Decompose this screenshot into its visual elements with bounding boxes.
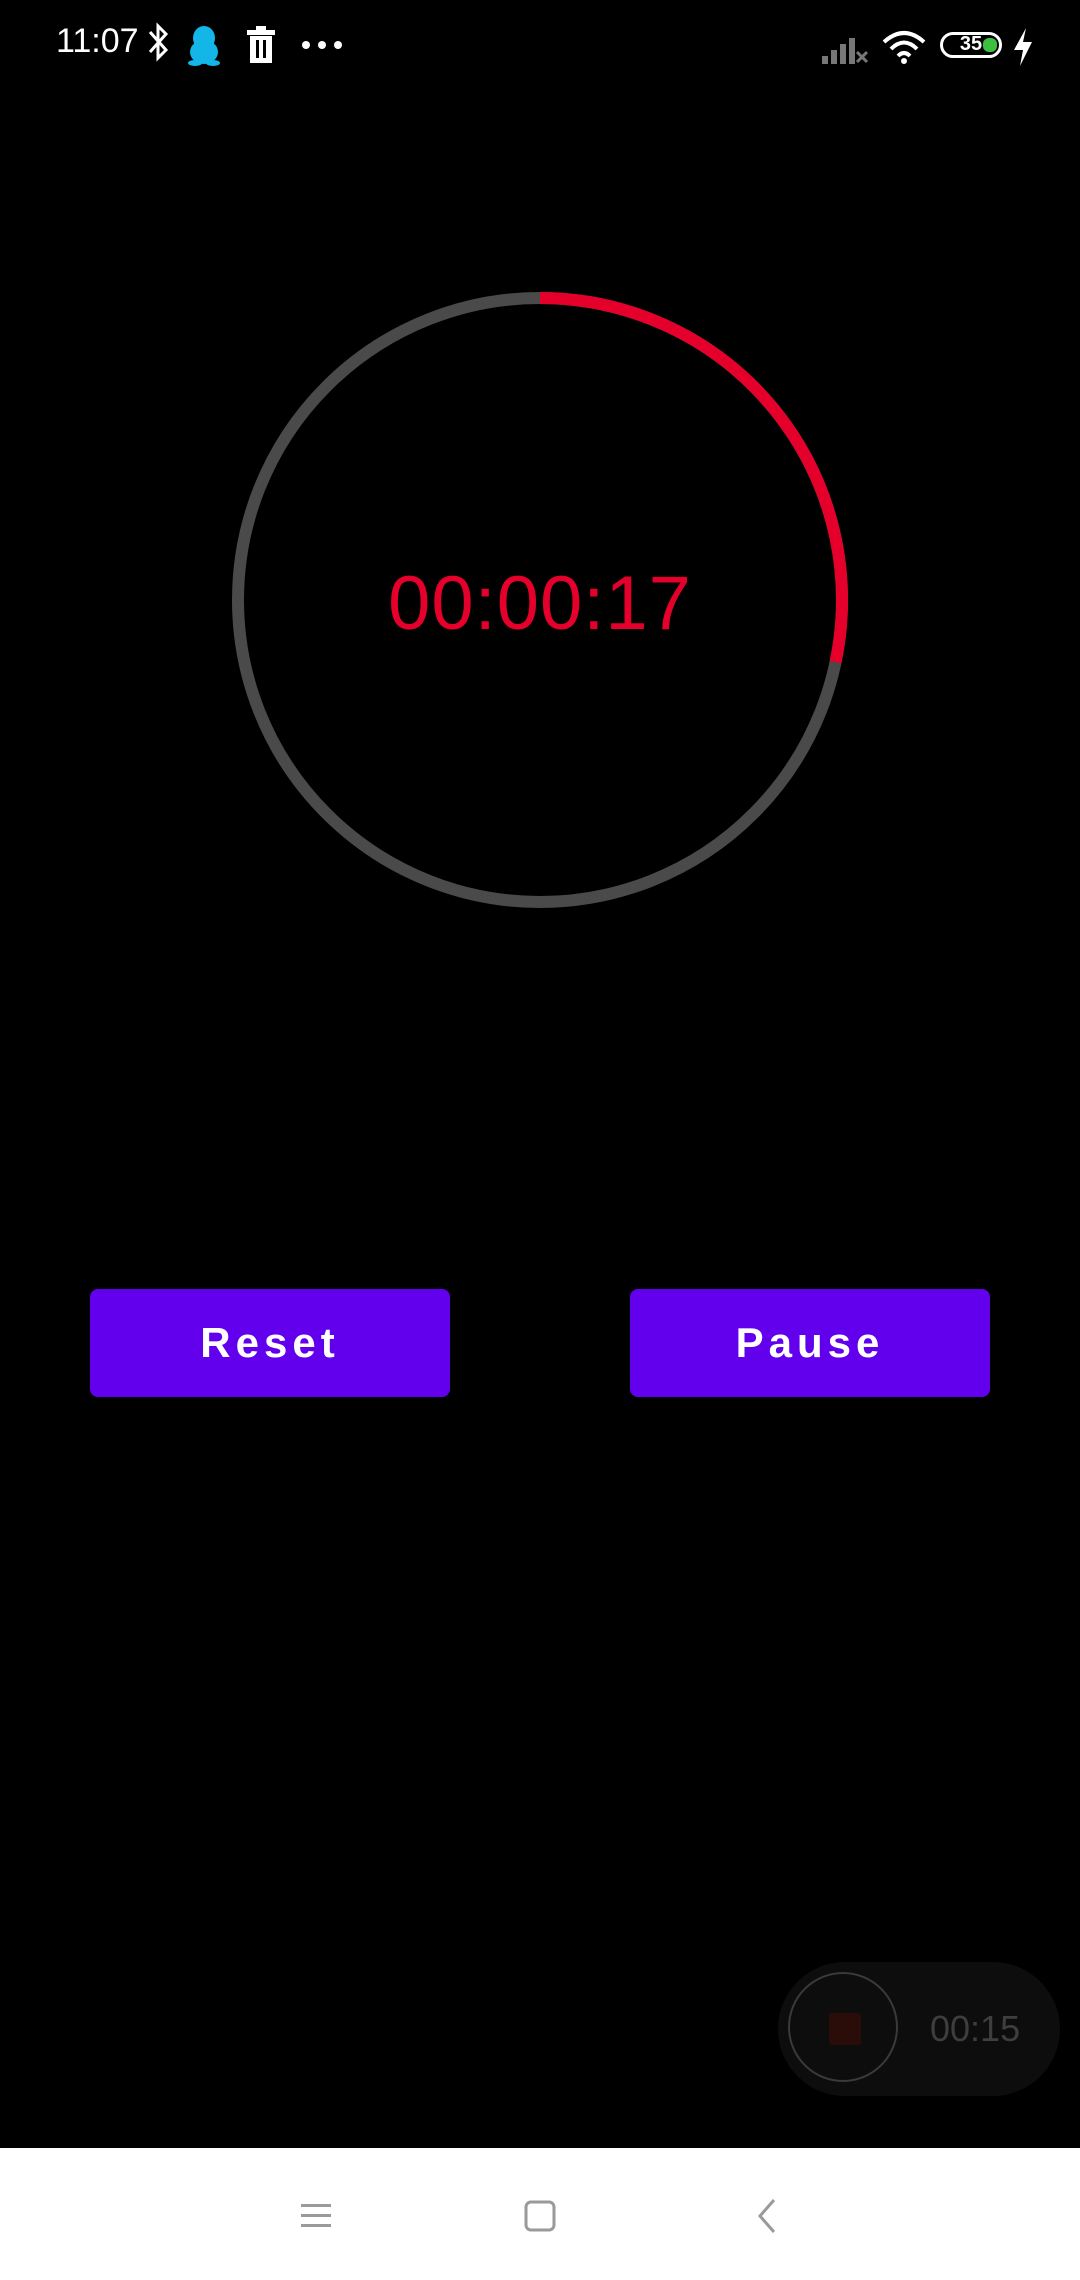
trash-icon [247, 26, 275, 63]
screen-recorder-widget[interactable]: 00:15 [778, 1962, 1060, 2096]
charging-icon [1014, 28, 1032, 66]
status-bar: 11:07 35 [0, 0, 1080, 92]
stop-icon [829, 2013, 861, 2045]
recorder-elapsed-time: 00:15 [930, 2008, 1021, 2049]
timer-display: 00:00:17 [388, 561, 692, 646]
wifi-icon [882, 31, 926, 64]
signal-icon [822, 38, 868, 64]
menu-icon[interactable] [286, 2188, 346, 2244]
pause-button[interactable]: Pause [630, 1289, 990, 1397]
home-icon[interactable] [510, 2188, 570, 2244]
more-dots-icon [302, 41, 342, 49]
back-icon[interactable] [738, 2188, 798, 2244]
bluetooth-icon [148, 22, 169, 62]
navigation-bar [0, 2148, 1080, 2280]
battery-level: 35 [959, 33, 983, 55]
battery-icon: 35 [940, 32, 1002, 58]
status-time: 11:07 [56, 22, 139, 60]
record-stop-button[interactable] [788, 1972, 898, 2082]
qq-icon [188, 26, 220, 66]
reset-button[interactable]: Reset [90, 1289, 450, 1397]
